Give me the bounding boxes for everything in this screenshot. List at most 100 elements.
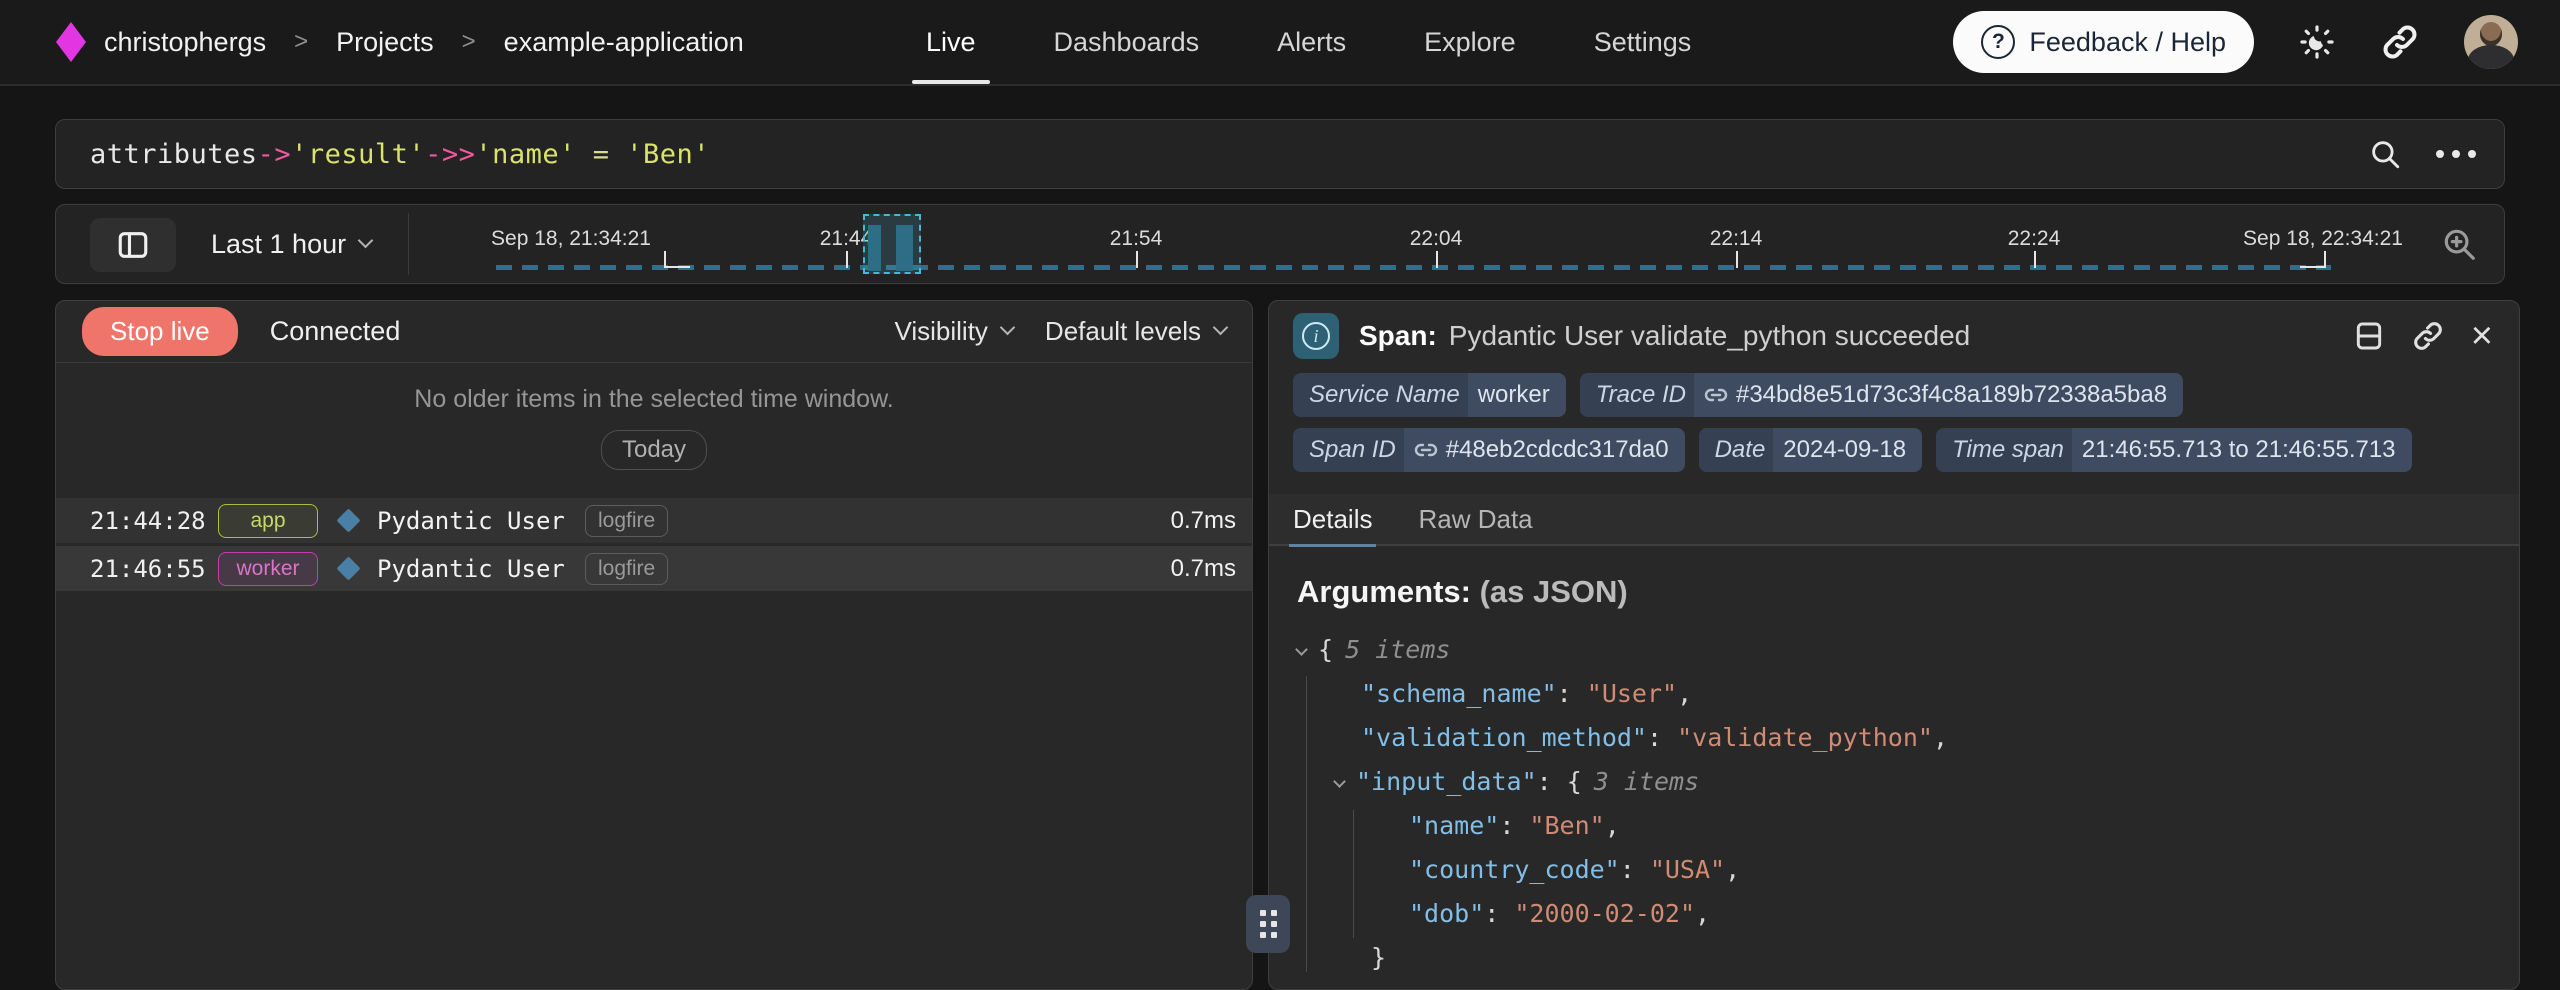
collapse-chevron-icon[interactable] [1333,775,1346,788]
log-row[interactable]: 21:44:28 app Pydantic User logfire 0.7ms [56,498,1252,543]
time-range-label: Last 1 hour [211,229,346,260]
timeline-tick-label: 22:24 [2008,227,2061,251]
query-equals: = [576,139,626,170]
main-nav-tabs: Live Dashboards Alerts Explore Settings [920,0,1697,84]
tab-alerts[interactable]: Alerts [1271,0,1352,84]
breadcrumb-project-name[interactable]: example-application [504,27,744,58]
query-operator: ->> [425,139,475,170]
timeline-activity-line [496,265,2331,270]
chevron-down-icon [1213,320,1229,336]
json-line: } [1297,936,2491,980]
panel-resize-handle[interactable] [1246,895,1290,953]
query-key: 'result' [291,139,425,170]
link-icon [1414,438,1438,462]
tab-details[interactable]: Details [1293,493,1372,545]
timeline-zoom-icon[interactable] [2440,205,2478,283]
sidebar-toggle-button[interactable] [90,218,176,272]
empty-message: No older items in the selected time wind… [56,385,1252,414]
timeline-selection-window[interactable] [863,214,921,274]
tab-raw-data[interactable]: Raw Data [1418,493,1532,545]
service-badge-worker[interactable]: worker [218,552,318,586]
json-line: "schema_name": "User", [1297,672,2491,716]
feedback-help-label: Feedback / Help [2029,27,2226,58]
span-diamond-icon [336,508,360,532]
breadcrumb: christophergs > Projects > example-appli… [56,0,744,84]
log-timestamp: 21:46:55 [90,555,208,583]
timeline-end-label: Sep 18, 22:34:21 [2243,227,2403,251]
detail-tabs: Details Raw Data [1269,494,2519,546]
breadcrumb-org[interactable]: christophergs [104,27,266,58]
span-title: Pydantic User [377,555,573,583]
timeline-bar: Last 1 hour Sep 18, 21:34:21 21:44 21:54… [55,204,2505,284]
arguments-heading: Arguments: (as JSON) [1297,574,2491,610]
feedback-help-button[interactable]: ? Feedback / Help [1953,11,2254,73]
today-button[interactable]: Today [601,430,707,470]
link-icon [1704,383,1728,407]
tab-explore[interactable]: Explore [1418,0,1522,84]
json-line[interactable]: "input_data": {3 items [1297,760,2491,804]
tab-settings[interactable]: Settings [1588,0,1698,84]
meta-trace-id[interactable]: Trace ID #34bd8e51d73c3f4c8a189b72338a5b… [1580,373,2183,417]
log-row[interactable]: 21:46:55 worker Pydantic User logfire 0.… [56,546,1252,591]
timeline-tick-label: 22:04 [1410,227,1463,251]
timeline-tick [1136,251,1138,268]
timeline-tick-label: 22:14 [1710,227,1763,251]
query-input-bar[interactable]: attributes->'result'->>'name' = 'Ben' [55,119,2505,189]
query-expression[interactable]: attributes->'result'->>'name' = 'Ben' [90,139,2368,170]
meta-time-span: Time span 21:46:55.713 to 21:46:55.713 [1936,428,2411,472]
detail-content: Arguments: (as JSON) {5 items "schema_na… [1269,546,2519,980]
chevron-down-icon [1000,320,1016,336]
logfire-tag[interactable]: logfire [585,553,668,585]
chevron-down-icon [358,232,374,248]
span-metadata: Service Name worker Trace ID #34bd8e51d7… [1269,369,2519,472]
copy-link-icon[interactable] [2411,319,2445,353]
close-icon[interactable]: × [2471,317,2493,355]
timeline-tick [1736,251,1738,268]
json-line: "dob": "2000-02-02", [1297,892,2491,936]
tab-dashboards[interactable]: Dashboards [1048,0,1206,84]
divider [408,213,409,275]
timeline-axis[interactable]: Sep 18, 21:34:21 21:44 21:54 22:04 22:14… [426,205,2461,283]
span-title-heading: Span:Pydantic User validate_python succe… [1359,320,2333,352]
info-icon: i [1293,313,1339,359]
timeline-start-label: Sep 18, 21:34:21 [491,227,651,251]
meta-service-name: Service Name worker [1293,373,1566,417]
search-icon[interactable] [2368,137,2402,171]
logfire-tag[interactable]: logfire [585,505,668,537]
stop-live-button[interactable]: Stop live [82,307,238,356]
meta-date: Date 2024-09-18 [1699,428,1922,472]
theme-toggle-icon[interactable] [2298,23,2336,61]
time-range-dropdown[interactable]: Last 1 hour [211,205,371,283]
query-value: 'Ben' [626,139,710,170]
timeline-tick [2300,266,2326,268]
share-link-icon[interactable] [2380,22,2420,62]
detail-header: i Span:Pydantic User validate_python suc… [1269,301,2519,369]
log-timestamp: 21:44:28 [90,507,208,535]
live-view-panel: Stop live Connected Visibility Default l… [55,300,1253,990]
service-badge-app[interactable]: app [218,504,318,538]
json-line: "country_code": "USA", [1297,848,2491,892]
visibility-dropdown[interactable]: Visibility [894,316,1012,347]
timeline-tick [2034,251,2036,268]
timeline-tick-label: 21:54 [1110,227,1163,251]
tab-live[interactable]: Live [920,0,982,84]
timeline-tick [846,251,848,268]
collapse-chevron-icon[interactable] [1295,643,1308,656]
question-icon: ? [1981,25,2015,59]
default-levels-dropdown[interactable]: Default levels [1045,316,1226,347]
breadcrumb-separator-icon: > [284,28,318,56]
timeline-tick [1436,251,1438,268]
duration-value: 0.7ms [1156,507,1236,535]
breadcrumb-projects[interactable]: Projects [336,27,434,58]
span-diamond-icon [336,556,360,580]
split-view-icon[interactable] [2353,320,2385,352]
query-key: 'name' [475,139,576,170]
more-options-icon[interactable] [2436,150,2476,158]
grip-dots-icon [1260,910,1277,938]
user-avatar[interactable] [2464,15,2518,69]
meta-span-id[interactable]: Span ID #48eb2cdcdc317da0 [1293,428,1685,472]
json-line[interactable]: {5 items [1297,628,2491,672]
query-operator: -> [258,139,292,170]
log-list: 21:44:28 app Pydantic User logfire 0.7ms… [56,498,1252,591]
logfire-logo-icon[interactable] [56,22,86,62]
